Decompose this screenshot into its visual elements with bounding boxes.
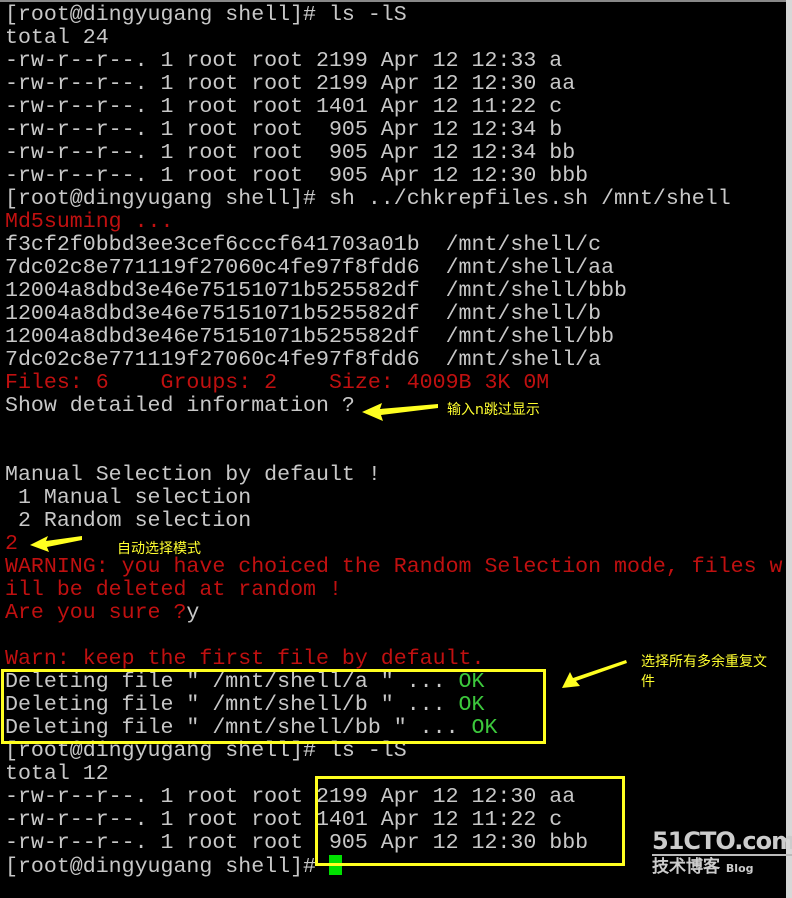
annotation-select-all: 选择所有多余重复文件 <box>641 652 767 692</box>
terminal-text: 7dc02c8e771119f27060c4fe97f8fdd6 /mnt/sh… <box>5 256 615 280</box>
annotation-skip-display: 输入n跳过显示 <box>447 402 540 418</box>
terminal-text: 2 <box>5 532 18 556</box>
terminal-line: 7dc02c8e771119f27060c4fe97f8fdd6 /mnt/sh… <box>5 349 783 372</box>
terminal-line: -rw-r--r--. 1 root root 2199 Apr 12 12:3… <box>5 73 783 96</box>
terminal-text: -rw-r--r--. 1 root root 905 Apr 12 12:34… <box>5 118 563 142</box>
watermark-brand: 51CTO.com <box>652 828 792 856</box>
arrow-icon <box>362 403 438 421</box>
terminal-line: [root@dingyugang shell]# ls -lS <box>5 4 783 27</box>
terminal-line: total 24 <box>5 27 783 50</box>
terminal-line: ill be deleted at random ! <box>5 579 783 602</box>
window-top-border <box>0 0 792 2</box>
terminal-text: f3cf2f0bbd3ee3cef6cccf641703a01b /mnt/sh… <box>5 233 602 257</box>
terminal-line: 7dc02c8e771119f27060c4fe97f8fdd6 /mnt/sh… <box>5 257 783 280</box>
terminal-line: 2 Random selection <box>5 510 783 533</box>
terminal-text: 12004a8dbd3e46e75151071b525582df /mnt/sh… <box>5 325 615 349</box>
terminal-text: Show detailed information ? <box>5 394 368 418</box>
watermark-logo: 51CTO.com 技术博客 Blog <box>652 828 792 880</box>
terminal-text: ill be deleted at random ! <box>5 578 342 602</box>
terminal-text: total 24 <box>5 26 109 50</box>
terminal-text: 2 Random selection <box>5 509 252 533</box>
arrow-icon <box>562 660 627 688</box>
terminal-line: -rw-r--r--. 1 root root 1401 Apr 12 11:2… <box>5 96 783 119</box>
watermark-sub: 技术博客 <box>652 857 720 877</box>
annotation-auto-mode: 自动选择模式 <box>117 541 201 557</box>
terminal-line: f3cf2f0bbd3ee3cef6cccf641703a01b /mnt/sh… <box>5 234 783 257</box>
terminal-text: -rw-r--r--. 1 root root 2199 Apr 12 12:3… <box>5 49 563 73</box>
terminal-text: 12004a8dbd3e46e75151071b525582df /mnt/sh… <box>5 302 602 326</box>
scrollbar[interactable] <box>786 0 792 898</box>
terminal-line: -rw-r--r--. 1 root root 905 Apr 12 12:34… <box>5 119 783 142</box>
terminal-line: WARNING: you have choiced the Random Sel… <box>5 556 783 579</box>
terminal-text: y <box>186 601 200 625</box>
terminal-text: 7dc02c8e771119f27060c4fe97f8fdd6 /mnt/sh… <box>5 348 602 372</box>
annotation-line: 选择所有多余重复文 <box>641 654 767 670</box>
terminal-line: Md5suming ... <box>5 211 783 234</box>
terminal-text: Md5suming ... <box>5 210 174 234</box>
terminal-output[interactable]: [root@dingyugang shell]# ls -lS total 24-… <box>5 4 783 879</box>
arrow-icon <box>30 536 82 552</box>
terminal-line: 12004a8dbd3e46e75151071b525582df /mnt/sh… <box>5 326 783 349</box>
terminal-line: [root@dingyugang shell]# sh ../chkrepfil… <box>5 188 783 211</box>
annotation-line: 件 <box>641 674 655 690</box>
terminal-text: [root@dingyugang shell]# sh ../chkrepfil… <box>5 187 731 211</box>
remaining-files-highlight-box <box>315 776 625 866</box>
terminal-text: 1 Manual selection <box>5 486 252 510</box>
terminal-line: Are you sure ?y <box>5 602 783 625</box>
terminal-text: -rw-r--r--. 1 root root 905 Apr 12 12:34… <box>5 141 576 165</box>
terminal-text: total 12 <box>5 762 109 786</box>
terminal-text: Manual Selection by default ! <box>5 463 381 487</box>
terminal-text: -rw-r--r--. 1 root root 2199 Apr 12 12:3… <box>5 72 576 96</box>
terminal-text: Warn: keep the first file by default. <box>5 647 485 671</box>
terminal-text: [root@dingyugang shell]# <box>5 855 329 879</box>
terminal-text: [root@dingyugang shell]# ls -lS <box>5 3 407 27</box>
terminal-line: Files: 6 Groups: 2 Size: 4009B 3K 0M <box>5 372 783 395</box>
terminal-text: Are you sure ? <box>5 601 187 625</box>
terminal-line: 12004a8dbd3e46e75151071b525582df /mnt/sh… <box>5 280 783 303</box>
terminal-line: 12004a8dbd3e46e75151071b525582df /mnt/sh… <box>5 303 783 326</box>
terminal-line: -rw-r--r--. 1 root root 2199 Apr 12 12:3… <box>5 50 783 73</box>
terminal-text: Files: 6 Groups: 2 Size: 4009B 3K 0M <box>5 371 550 395</box>
terminal-line: Manual Selection by default ! <box>5 464 783 487</box>
terminal-text: -rw-r--r--. 1 root root 905 Apr 12 12:30… <box>5 164 589 188</box>
terminal-line: 1 Manual selection <box>5 487 783 510</box>
terminal-text: 12004a8dbd3e46e75151071b525582df /mnt/sh… <box>5 279 628 303</box>
terminal-line: -rw-r--r--. 1 root root 905 Apr 12 12:30… <box>5 165 783 188</box>
watermark-blog: Blog <box>725 862 754 875</box>
terminal-line: -rw-r--r--. 1 root root 905 Apr 12 12:34… <box>5 142 783 165</box>
terminal-text: -rw-r--r--. 1 root root 1401 Apr 12 11:2… <box>5 95 563 119</box>
deleted-files-highlight-box <box>1 669 546 744</box>
